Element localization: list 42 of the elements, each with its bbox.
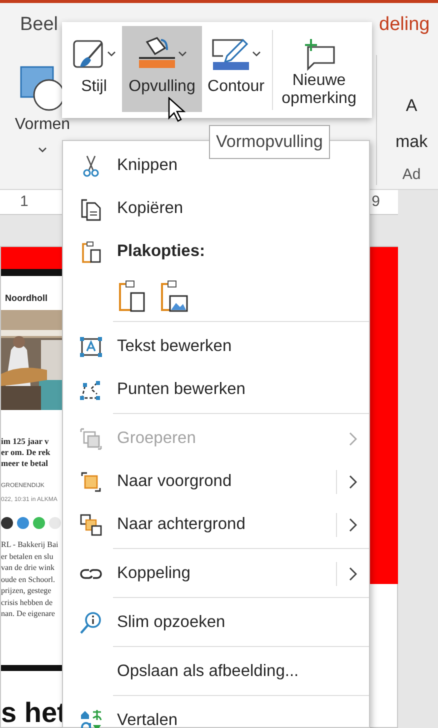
bring-forward-icon: [79, 470, 103, 494]
toolbar-button[interactable]: Opvulling: [122, 26, 202, 112]
menu-item[interactable]: Koppeling: [63, 552, 369, 595]
ribbon-label[interactable]: mak: [395, 128, 428, 154]
text-box-icon: [79, 334, 103, 358]
copy-icon: [79, 196, 103, 220]
send-backward-icon: [79, 512, 103, 536]
ruler-number: 9: [372, 192, 380, 212]
paste-keep-icon[interactable]: [117, 279, 147, 313]
paint-bucket-icon: [146, 37, 168, 56]
article-brand: Noordholl: [5, 292, 48, 305]
clipboard-icon: [79, 240, 103, 264]
new-comment-icon: [302, 37, 336, 71]
headline-text: im 125 jaar v er om. De rek meer te betal: [1, 436, 52, 470]
ribbon-tab[interactable]: deling: [379, 11, 430, 40]
tooltip: Vormopvulling: [209, 125, 330, 158]
menu-heading: Plakopties:: [117, 241, 206, 262]
menu-item[interactable]: Slim opzoeken: [63, 601, 369, 644]
menu-item[interactable]: Vertalen: [63, 699, 369, 728]
ribbon-tab[interactable]: Beel: [20, 11, 58, 40]
menu-item[interactable]: Punten bewerken: [63, 368, 369, 411]
toolbar-button[interactable]: Nieuwe opmerking: [275, 26, 363, 112]
pencil-outline-icon: [212, 38, 248, 64]
group-label[interactable]: Vormen: [14, 113, 70, 137]
menu-item[interactable]: Kopiëren: [63, 187, 369, 230]
toolbar-button[interactable]: Contour: [202, 26, 270, 112]
ruler-number: 1: [20, 192, 28, 212]
menu-item[interactable]: Naar voorgrond: [63, 460, 369, 503]
style-brush-icon: [72, 37, 106, 71]
group-icon: [79, 426, 103, 450]
chevron-down-icon: [38, 147, 47, 153]
group-label: Ad: [402, 165, 421, 185]
menu-item[interactable]: Naar achtergrond: [63, 503, 369, 546]
menu-item[interactable]: Opslaan als afbeelding...: [63, 650, 369, 693]
article-body-text: RL - Bakkerij Bai er betalen en slu van de drie wink oude en Schoorl. prijzen, gestege crisis hebben de nan. De eigenare: [1, 538, 60, 620]
ribbon-label[interactable]: A: [406, 93, 418, 118]
paste-picture-icon[interactable]: [159, 279, 189, 313]
translate-icon: [79, 708, 103, 728]
menu-item[interactable]: Tekst bewerken: [63, 325, 369, 368]
smart-lookup-icon: [79, 610, 103, 634]
social-icon[interactable]: [1, 516, 13, 529]
toolbar-button[interactable]: Stijl: [66, 26, 122, 112]
